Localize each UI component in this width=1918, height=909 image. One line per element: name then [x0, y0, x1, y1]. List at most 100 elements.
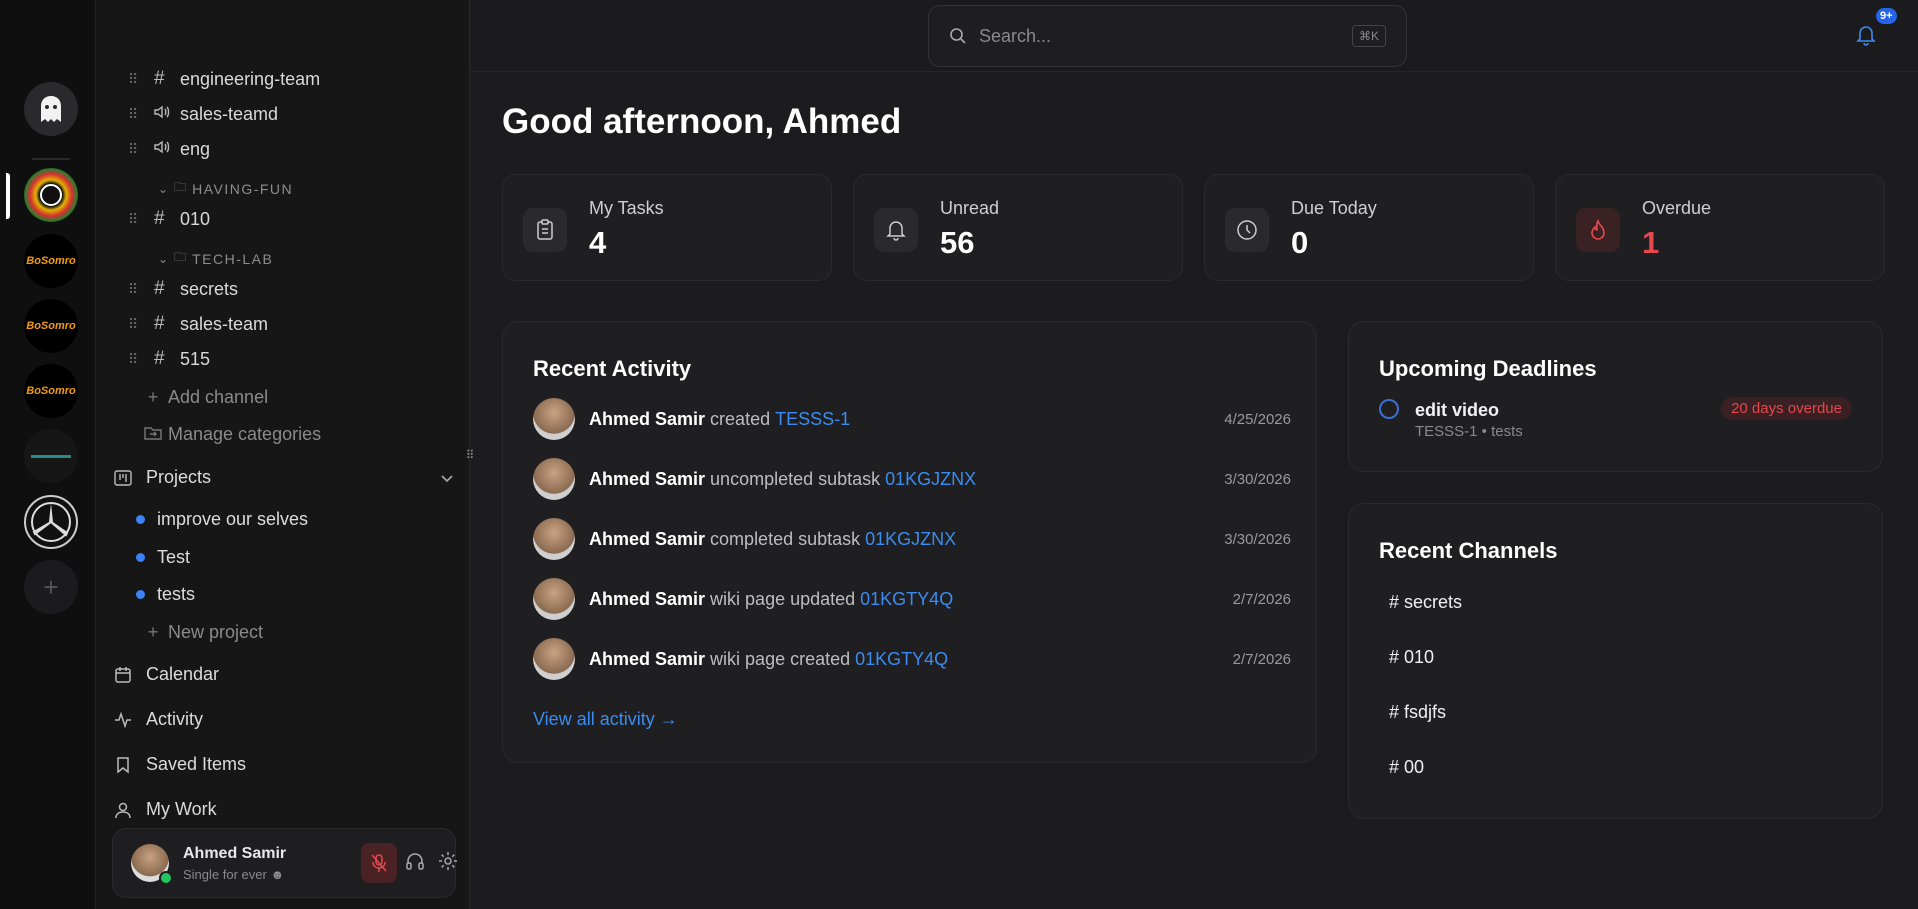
projects-header[interactable]: Projects — [114, 467, 454, 488]
channel-item[interactable]: ⠿ # secrets — [128, 274, 238, 304]
nav-activity[interactable]: Activity — [114, 709, 203, 730]
online-status-icon — [159, 871, 173, 885]
activity-date: 2/7/2026 — [1232, 590, 1291, 608]
nav-label: Activity — [146, 709, 204, 729]
category-header[interactable]: ⌄ 🗀 TECH-LAB — [158, 248, 273, 269]
hash-icon: # — [154, 348, 165, 369]
hash-icon: # — [154, 278, 165, 299]
stat-label: Overdue — [1642, 198, 1712, 218]
home-ghost-icon[interactable] — [24, 82, 78, 136]
resize-handle-icon[interactable]: ⠿ — [464, 448, 476, 466]
voice-channel-item[interactable]: ⠿ sales-teamd — [128, 99, 278, 129]
search-input[interactable]: Search... ⌘K — [928, 5, 1407, 67]
activity-ref-link[interactable]: 01KGJZNX — [885, 469, 976, 490]
project-item[interactable]: improve our selves — [136, 509, 308, 530]
activity-user[interactable]: Ahmed Samir — [589, 649, 705, 670]
deadline-task-title[interactable]: edit video — [1415, 400, 1499, 421]
notifications-button[interactable]: 9+ — [1856, 8, 1897, 51]
stat-card-unread[interactable]: Unread 56 — [853, 174, 1183, 281]
stat-value: 0 — [1291, 225, 1309, 260]
drag-handle-icon[interactable]: ⠿ — [128, 281, 138, 298]
activity-item[interactable]: Ahmed Samir wiki page created 01KGTY4Q 2… — [533, 638, 1291, 680]
activity-ref-link[interactable]: 01KGJZNX — [865, 529, 956, 550]
user-status-line: Single for ever ☻ — [183, 867, 285, 882]
settings-button[interactable] — [437, 850, 459, 877]
drag-handle-icon[interactable]: ⠿ — [128, 351, 138, 368]
avatar — [533, 638, 575, 680]
bell-icon — [874, 208, 918, 252]
server-avatar-bosomro-1[interactable]: BoSomro — [24, 234, 78, 288]
task-checkbox[interactable] — [1379, 399, 1399, 419]
add-channel-button[interactable]: + Add channel — [138, 387, 268, 408]
drag-handle-icon[interactable]: ⠿ — [128, 71, 138, 88]
stat-card-overdue[interactable]: Overdue 1 — [1555, 174, 1885, 281]
drag-handle-icon[interactable]: ⠿ — [128, 211, 138, 228]
avatar — [533, 458, 575, 500]
server-avatar-bosomro-3[interactable]: BoSomro — [24, 364, 78, 418]
drag-handle-icon[interactable]: ⠿ — [128, 141, 138, 158]
chevron-down-icon[interactable] — [440, 467, 454, 488]
nav-label: Saved Items — [146, 754, 247, 774]
activity-ref-link[interactable]: TESSS-1 — [775, 409, 850, 430]
activity-user[interactable]: Ahmed Samir — [589, 409, 705, 430]
activity-user[interactable]: Ahmed Samir — [589, 469, 705, 490]
new-project-label: New project — [168, 622, 264, 642]
drag-handle-icon[interactable]: ⠿ — [128, 316, 138, 333]
mute-mic-button[interactable] — [361, 843, 397, 883]
server-avatar-bosomro-2[interactable]: BoSomro — [24, 299, 78, 353]
project-item[interactable]: tests — [136, 584, 195, 605]
recent-channel-item[interactable]: # fsdjfs — [1389, 702, 1446, 723]
recent-channel-item[interactable]: # secrets — [1389, 592, 1462, 613]
channel-item[interactable]: ⠿ # sales-team — [128, 309, 268, 339]
new-project-button[interactable]: + New project — [138, 622, 263, 643]
activity-item[interactable]: Ahmed Samir wiki page updated 01KGTY4Q 2… — [533, 578, 1291, 620]
stat-card-due-today[interactable]: Due Today 0 — [1204, 174, 1534, 281]
activity-verb: completed subtask — [710, 528, 861, 549]
notification-badge: 9+ — [1876, 8, 1897, 24]
view-all-activity-link[interactable]: View all activity → — [533, 709, 678, 730]
activity-item[interactable]: Ahmed Samir completed subtask 01KGJZNX 3… — [533, 518, 1291, 560]
channel-item[interactable]: ⠿ # 515 — [128, 344, 210, 374]
nav-saved-items[interactable]: Saved Items — [114, 754, 246, 775]
channel-item[interactable]: ⠿ # engineering-team — [128, 64, 320, 94]
recent-channel-item[interactable]: # 00 — [1389, 757, 1424, 778]
activity-item[interactable]: Ahmed Samir uncompleted subtask 01KGJZNX… — [533, 458, 1291, 500]
deadline-task-meta: TESSS-1 • tests — [1415, 423, 1523, 440]
server-avatar-mercedes[interactable] — [24, 495, 78, 549]
channel-name: eng — [180, 138, 211, 159]
stat-label: My Tasks — [589, 198, 664, 218]
server-avatar-4[interactable] — [24, 429, 78, 483]
stat-card-my-tasks[interactable]: My Tasks 4 — [502, 174, 832, 281]
project-item[interactable]: Test — [136, 547, 190, 568]
plus-icon: + — [43, 571, 59, 602]
nav-calendar[interactable]: Calendar — [114, 664, 219, 685]
projects-label: Projects — [146, 467, 212, 487]
nav-my-work[interactable]: My Work — [114, 799, 217, 820]
add-server-button[interactable]: + — [24, 560, 78, 614]
panel-title: Recent Channels — [1379, 538, 1558, 563]
rail-separator — [32, 158, 70, 160]
panel-title: Recent Activity — [533, 356, 692, 381]
avatar — [533, 518, 575, 560]
channel-item[interactable]: ⠿ # 010 — [128, 204, 210, 234]
activity-ref-link[interactable]: 01KGTY4Q — [860, 589, 953, 610]
manage-categories-label: Manage categories — [168, 424, 322, 444]
project-name: improve our selves — [157, 509, 309, 529]
activity-date: 3/30/2026 — [1224, 530, 1291, 548]
activity-ref-link[interactable]: 01KGTY4Q — [855, 649, 948, 670]
activity-item[interactable]: Ahmed Samir created TESSS-1 4/25/2026 — [533, 398, 1291, 440]
avatar — [533, 578, 575, 620]
voice-channel-item[interactable]: ⠿ eng — [128, 134, 210, 164]
server-avatar-1[interactable] — [24, 168, 78, 222]
drag-handle-icon[interactable]: ⠿ — [128, 106, 138, 123]
headphones-button[interactable] — [405, 851, 425, 876]
recent-channel-item[interactable]: # 010 — [1389, 647, 1434, 668]
channel-name: secrets — [180, 278, 239, 299]
activity-user[interactable]: Ahmed Samir — [589, 589, 705, 610]
page-title: Good afternoon, Ahmed — [502, 102, 902, 141]
manage-categories-button[interactable]: Manage categories — [138, 424, 321, 445]
category-header[interactable]: ⌄ 🗀 HAVING-FUN — [158, 178, 293, 199]
speaker-icon — [154, 138, 180, 160]
activity-user[interactable]: Ahmed Samir — [589, 529, 705, 550]
channel-name: sales-teamd — [180, 103, 279, 124]
